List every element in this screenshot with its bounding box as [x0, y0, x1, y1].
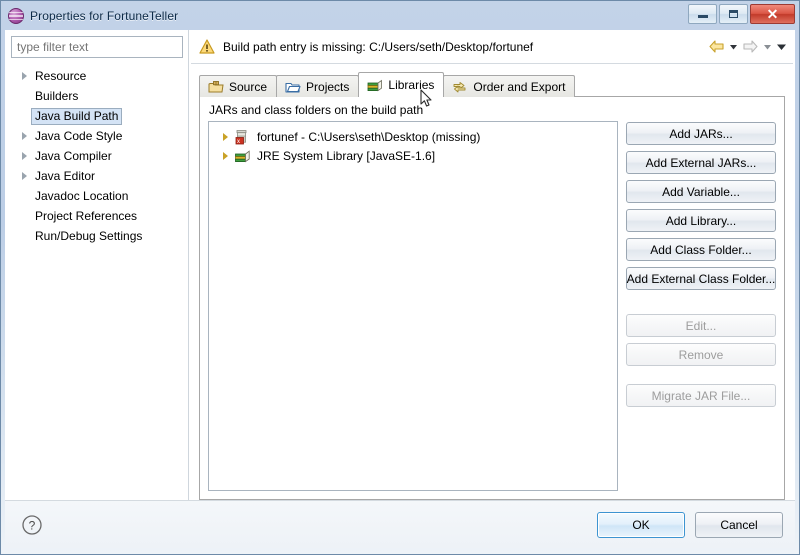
- sidebar-item-java-build-path[interactable]: Java Build Path: [5, 106, 188, 126]
- cancel-button[interactable]: Cancel: [695, 511, 783, 538]
- expand-arrow-icon[interactable]: [219, 151, 231, 160]
- settings-tree: Resource Builders Java Build Path Java C…: [5, 62, 188, 500]
- expand-arrow-icon[interactable]: [17, 152, 31, 160]
- sidebar-item-label: Project References: [35, 208, 138, 223]
- sidebar-item-builders[interactable]: Builders: [5, 86, 188, 106]
- panel-inner: Source Projects Libraries Order and Expo…: [189, 64, 795, 500]
- dialog-footer: ? OK Cancel: [5, 500, 795, 548]
- source-folder-icon: [208, 80, 224, 92]
- properties-panel: Build path entry is missing: C:/Users/se…: [189, 30, 795, 500]
- sidebar-item-label: Java Build Path: [31, 107, 123, 125]
- tab-projects[interactable]: Projects: [276, 75, 360, 97]
- window-title: Properties for FortuneTeller: [30, 8, 179, 23]
- sidebar-item-java-code-style[interactable]: Java Code Style: [5, 126, 188, 146]
- sidebar-item-javadoc-location[interactable]: Javadoc Location: [5, 186, 188, 206]
- sidebar-item-label: Run/Debug Settings: [35, 228, 143, 243]
- message-text: Build path entry is missing: C:/Users/se…: [223, 39, 534, 54]
- libraries-tree[interactable]: x fortunef - C:\Users\seth\Desktop (miss…: [208, 121, 618, 491]
- minimize-icon: [697, 15, 708, 18]
- maximize-button[interactable]: [719, 4, 748, 24]
- chevron-down-icon[interactable]: [762, 41, 773, 52]
- library-entry-label: JRE System Library [JavaSE-1.6]: [257, 148, 436, 163]
- expand-arrow-icon[interactable]: [17, 132, 31, 140]
- library-books-icon: [235, 149, 250, 162]
- sidebar-item-java-compiler[interactable]: Java Compiler: [5, 146, 188, 166]
- sidebar-item-label: Java Code Style: [35, 128, 123, 143]
- add-external-jars-button[interactable]: Add External JARs...: [626, 151, 776, 174]
- tab-source[interactable]: Source: [199, 75, 278, 97]
- filter-input[interactable]: [11, 36, 183, 58]
- svg-text:?: ?: [29, 518, 36, 532]
- jar-error-icon: x: [235, 129, 247, 145]
- add-external-class-folder-button[interactable]: Add External Class Folder...: [626, 267, 776, 290]
- sidebar-item-resource[interactable]: Resource: [5, 66, 188, 86]
- sidebar-item-label: Javadoc Location: [35, 188, 129, 203]
- filter-wrapper: [5, 30, 188, 62]
- library-books-icon: [367, 79, 383, 92]
- sidebar-item-label: Resource: [35, 68, 87, 83]
- add-jars-button[interactable]: Add JARs...: [626, 122, 776, 145]
- sidebar-item-run-debug-settings[interactable]: Run/Debug Settings: [5, 226, 188, 246]
- libraries-caption: JARs and class folders on the build path: [209, 103, 424, 117]
- tab-label: Libraries: [388, 78, 435, 92]
- libraries-main: x fortunef - C:\Users\seth\Desktop (miss…: [208, 121, 776, 491]
- tab-order-and-export[interactable]: Order and Export: [443, 75, 576, 97]
- navigation-icons: [708, 30, 787, 63]
- edit-button[interactable]: Edit...: [626, 314, 776, 337]
- sidebar-item-label: Java Editor: [35, 168, 96, 183]
- libraries-button-column: Add JARs... Add External JARs... Add Var…: [626, 121, 776, 491]
- close-icon: ✕: [766, 6, 779, 22]
- minimize-button[interactable]: [688, 4, 717, 24]
- expand-arrow-icon[interactable]: [17, 172, 31, 180]
- settings-sidebar: Resource Builders Java Build Path Java C…: [5, 30, 189, 500]
- migrate-jar-file-button[interactable]: Migrate JAR File...: [626, 384, 776, 407]
- add-class-folder-button[interactable]: Add Class Folder...: [626, 238, 776, 261]
- content-row: Resource Builders Java Build Path Java C…: [5, 30, 795, 500]
- sidebar-item-label: Builders: [35, 88, 79, 103]
- expand-arrow-icon[interactable]: [17, 72, 31, 80]
- sidebar-item-label: Java Compiler: [35, 148, 112, 163]
- help-question-icon[interactable]: ?: [21, 514, 43, 536]
- dialog-body: Resource Builders Java Build Path Java C…: [5, 30, 795, 500]
- project-folder-icon: [285, 82, 301, 93]
- title-bar: Properties for FortuneTeller ✕: [1, 1, 799, 30]
- ok-button[interactable]: OK: [597, 511, 685, 538]
- back-arrow-icon[interactable]: [708, 39, 725, 54]
- eclipse-sphere-icon: [8, 7, 24, 24]
- svg-text:x: x: [237, 139, 240, 145]
- build-path-tabs: Source Projects Libraries Order and Expo…: [199, 72, 785, 97]
- forward-arrow-icon: [743, 40, 758, 53]
- library-entry-fortunef[interactable]: x fortunef - C:\Users\seth\Desktop (miss…: [213, 127, 613, 146]
- library-entry-label: fortunef - C:\Users\seth\Desktop (missin…: [257, 129, 481, 144]
- close-button[interactable]: ✕: [750, 4, 795, 24]
- message-bar: Build path entry is missing: C:/Users/se…: [189, 30, 795, 63]
- chevron-down-icon[interactable]: [776, 41, 787, 52]
- libraries-tab-panel: JARs and class folders on the build path: [199, 96, 785, 500]
- chevron-down-icon[interactable]: [728, 41, 739, 52]
- window-controls: ✕: [686, 4, 795, 24]
- remove-button[interactable]: Remove: [626, 343, 776, 366]
- button-spacer: [626, 296, 776, 308]
- sidebar-item-java-editor[interactable]: Java Editor: [5, 166, 188, 186]
- tab-label: Projects: [306, 79, 350, 94]
- tab-label: Order and Export: [473, 79, 566, 94]
- footer-buttons: OK Cancel: [597, 511, 783, 538]
- button-spacer: [626, 372, 776, 378]
- add-variable-button[interactable]: Add Variable...: [626, 180, 776, 203]
- tab-libraries[interactable]: Libraries: [358, 72, 445, 97]
- properties-dialog-window: Properties for FortuneTeller ✕ type filt…: [0, 0, 800, 555]
- library-entry-jre-system-library[interactable]: JRE System Library [JavaSE-1.6]: [213, 146, 613, 165]
- tab-label: Source: [229, 79, 268, 94]
- window-frame-bottom: [1, 548, 799, 554]
- sidebar-item-project-references[interactable]: Project References: [5, 206, 188, 226]
- expand-arrow-icon[interactable]: [219, 132, 231, 141]
- order-export-icon: [453, 81, 466, 92]
- warning-icon: [199, 39, 215, 54]
- add-library-button[interactable]: Add Library...: [626, 209, 776, 232]
- maximize-icon: [729, 10, 738, 18]
